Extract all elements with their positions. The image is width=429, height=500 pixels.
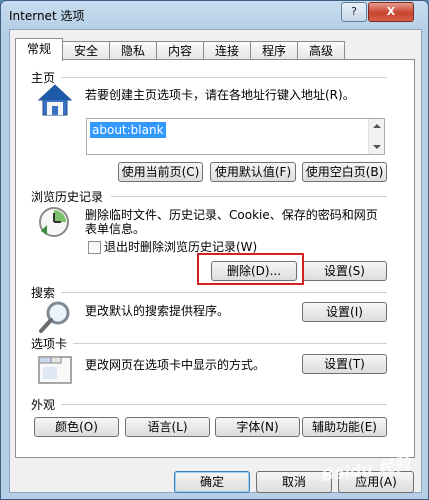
home-icon: [37, 84, 73, 116]
tab-privacy[interactable]: 隐私: [109, 41, 157, 60]
home-description: 若要创建主页选项卡，请在各地址行键入地址(R)。: [85, 88, 355, 102]
use-blank-button[interactable]: 使用空白页(B): [302, 162, 387, 182]
close-button[interactable]: X: [368, 2, 414, 22]
search-settings-button[interactable]: 设置(I): [302, 302, 387, 322]
appearance-section-title: 外观: [31, 398, 56, 412]
internet-options-dialog: Internet 选项 ? X 常规 安全 隐私 内容 连接 程序 高级 主页 …: [0, 0, 429, 500]
home-divider: [61, 77, 387, 78]
use-default-button[interactable]: 使用默认值(F): [210, 162, 296, 182]
help-button[interactable]: ?: [341, 2, 367, 22]
tab-programs[interactable]: 程序: [250, 41, 298, 60]
tabs-description: 更改网页在选项卡中显示的方式。: [85, 358, 266, 372]
search-description: 更改默认的搜索提供程序。: [85, 304, 230, 318]
use-current-button[interactable]: 使用当前页(C): [118, 162, 203, 182]
history-settings-button[interactable]: 设置(S): [302, 261, 387, 281]
tab-content[interactable]: 内容: [156, 41, 204, 60]
colors-button[interactable]: 颜色(O): [34, 417, 119, 437]
history-section-title: 浏览历史记录: [31, 190, 104, 204]
tab-security[interactable]: 安全: [62, 41, 110, 60]
tabs-section-title: 选项卡: [31, 337, 68, 351]
title-bar[interactable]: Internet 选项 ? X: [1, 1, 428, 29]
appearance-divider: [61, 404, 387, 405]
tab-general[interactable]: 常规: [15, 38, 63, 61]
tab-advanced[interactable]: 高级: [297, 41, 345, 60]
history-divider: [111, 196, 387, 197]
tab-connections[interactable]: 连接: [203, 41, 251, 60]
window-title: Internet 选项: [9, 9, 85, 23]
delete-on-exit-checkbox[interactable]: [88, 241, 101, 254]
home-url-textarea[interactable]: about:blank: [86, 118, 385, 155]
home-url-value: about:blank: [90, 122, 166, 138]
history-description-line2: 表单信息。: [85, 222, 146, 236]
tabbed-window-icon: [38, 356, 72, 384]
history-clock-icon: [39, 207, 69, 237]
search-divider: [61, 292, 387, 293]
fonts-button[interactable]: 字体(N): [215, 417, 300, 437]
languages-button[interactable]: 语言(L): [125, 417, 210, 437]
tabs-settings-button[interactable]: 设置(T): [302, 354, 387, 374]
home-url-scrollbar[interactable]: [368, 119, 384, 154]
magnifier-icon: [39, 301, 70, 333]
scroll-down-icon[interactable]: [373, 145, 381, 149]
ok-button[interactable]: 确定: [174, 471, 250, 493]
tabs-divider: [73, 343, 387, 344]
scroll-up-icon[interactable]: [373, 124, 381, 128]
accessibility-button[interactable]: 辅助功能(E): [302, 417, 387, 437]
annotation-highlight-box: [197, 253, 304, 285]
